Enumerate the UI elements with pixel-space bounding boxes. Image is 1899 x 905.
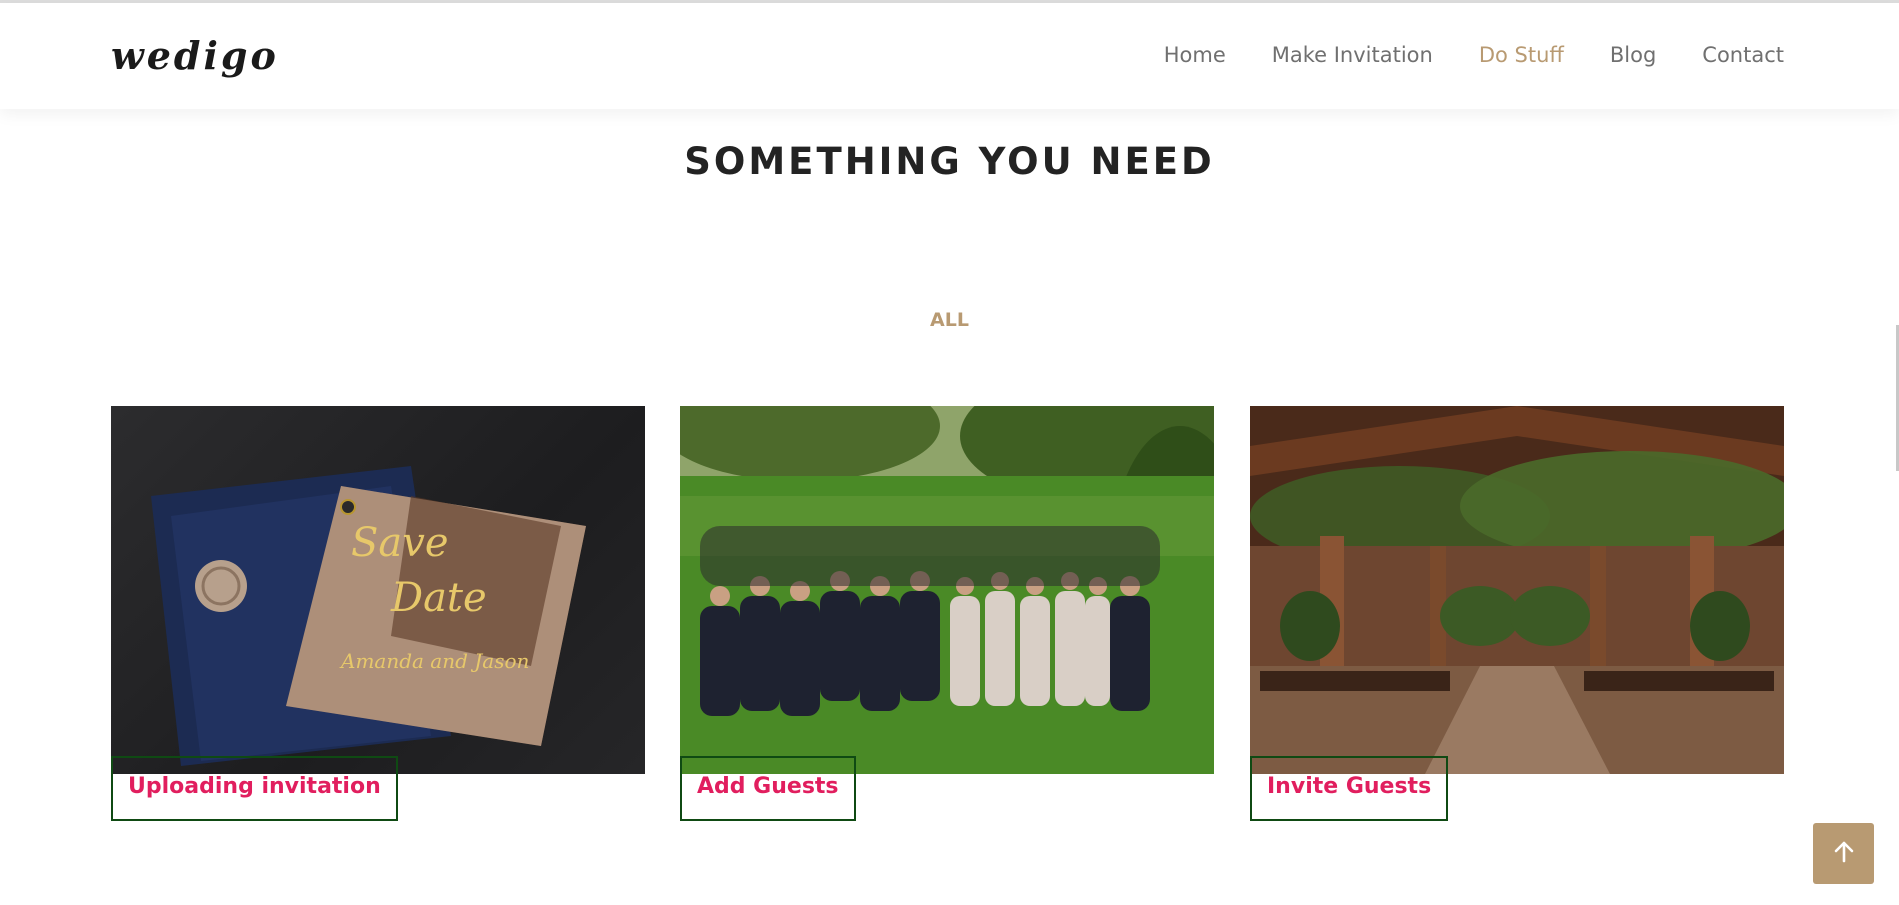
card-invite-guests[interactable]: Invite Guests bbox=[1250, 406, 1784, 821]
nav-home[interactable]: Home bbox=[1164, 43, 1226, 67]
svg-text:Save: Save bbox=[351, 520, 449, 566]
guests-group-image bbox=[680, 406, 1214, 774]
nav-do-stuff[interactable]: Do Stuff bbox=[1479, 43, 1564, 67]
nav-contact[interactable]: Contact bbox=[1702, 43, 1784, 67]
section-title: SOMETHING YOU NEED bbox=[684, 140, 1215, 183]
card-label[interactable]: Add Guests bbox=[680, 756, 856, 821]
site-logo[interactable]: wedigo bbox=[111, 33, 279, 78]
main-nav: Home Make Invitation Do Stuff Blog Conta… bbox=[1164, 43, 1784, 67]
svg-text:Date: Date bbox=[390, 575, 487, 621]
invitation-image: Save Date Amanda and Jason bbox=[111, 406, 645, 774]
arrow-up-icon bbox=[1832, 840, 1856, 868]
card-uploading-invitation[interactable]: Save Date Amanda and Jason Uploading inv… bbox=[111, 406, 645, 821]
barn-venue-image bbox=[1250, 406, 1784, 774]
nav-blog[interactable]: Blog bbox=[1610, 43, 1656, 67]
card-label[interactable]: Invite Guests bbox=[1250, 756, 1449, 821]
scroll-to-top-button[interactable] bbox=[1813, 823, 1874, 884]
filter-all-tab[interactable]: ALL bbox=[0, 309, 1899, 331]
card-label[interactable]: Uploading invitation bbox=[111, 756, 398, 821]
nav-make-invitation[interactable]: Make Invitation bbox=[1272, 43, 1433, 67]
site-header: wedigo Home Make Invitation Do Stuff Blo… bbox=[0, 3, 1899, 109]
svg-text:Amanda and Jason: Amanda and Jason bbox=[339, 649, 529, 673]
card-add-guests[interactable]: Add Guests bbox=[680, 406, 1214, 821]
